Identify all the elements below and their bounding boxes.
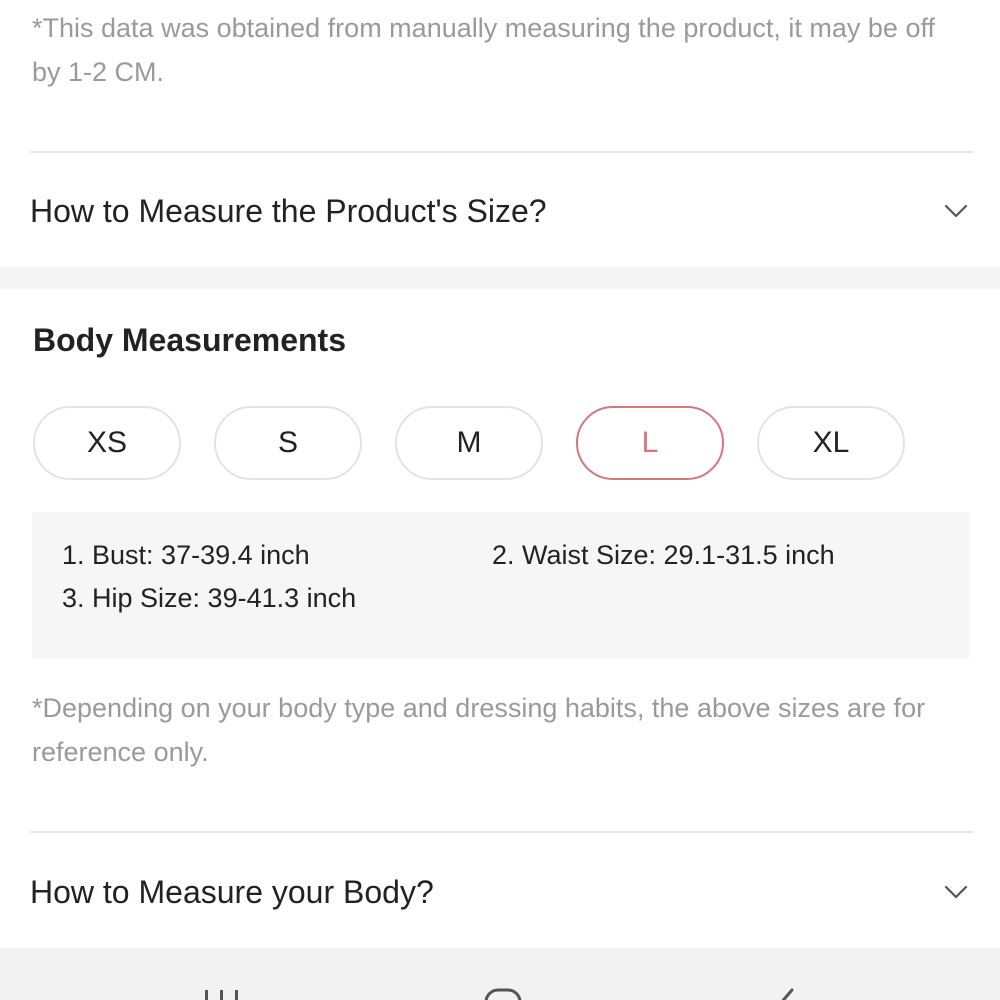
hip-measurement: 3. Hip Size: 39-41.3 inch [62, 583, 357, 613]
body-measurements-title: Body Measurements [33, 322, 346, 358]
size-option-s[interactable]: S [214, 406, 362, 480]
divider [30, 151, 973, 153]
size-option-m[interactable]: M [395, 406, 543, 480]
home-icon[interactable] [484, 988, 524, 1000]
section-separator [0, 267, 1000, 289]
size-option-l[interactable]: L [576, 406, 724, 480]
accordion-title: How to Measure the Product's Size? [30, 192, 547, 229]
bust-measurement: 1. Bust: 37-39.4 inch [62, 540, 310, 570]
system-navigation-bar [0, 948, 1000, 1000]
size-selector: XS S M L XL [33, 406, 913, 480]
back-icon[interactable] [768, 988, 808, 1000]
size-option-xl[interactable]: XL [757, 406, 905, 480]
how-to-measure-body-accordion[interactable]: How to Measure your Body? [30, 852, 973, 932]
recent-apps-icon[interactable] [203, 988, 243, 1000]
size-option-xs[interactable]: XS [33, 406, 181, 480]
chevron-down-icon [941, 877, 971, 907]
accordion-title: How to Measure your Body? [30, 873, 434, 910]
chevron-down-icon [941, 196, 971, 226]
measurement-details: 1. Bust: 37-39.4 inch 2. Waist Size: 29.… [32, 512, 970, 658]
body-size-disclaimer: *Depending on your body type and dressin… [32, 693, 926, 767]
waist-measurement: 2. Waist Size: 29.1-31.5 inch [492, 540, 835, 570]
product-measurement-note: *This data was obtained from manually me… [32, 13, 935, 87]
divider [30, 831, 973, 833]
size-guide-page: *This data was obtained from manually me… [0, 0, 1000, 1000]
how-to-measure-product-accordion[interactable]: How to Measure the Product's Size? [30, 171, 973, 251]
